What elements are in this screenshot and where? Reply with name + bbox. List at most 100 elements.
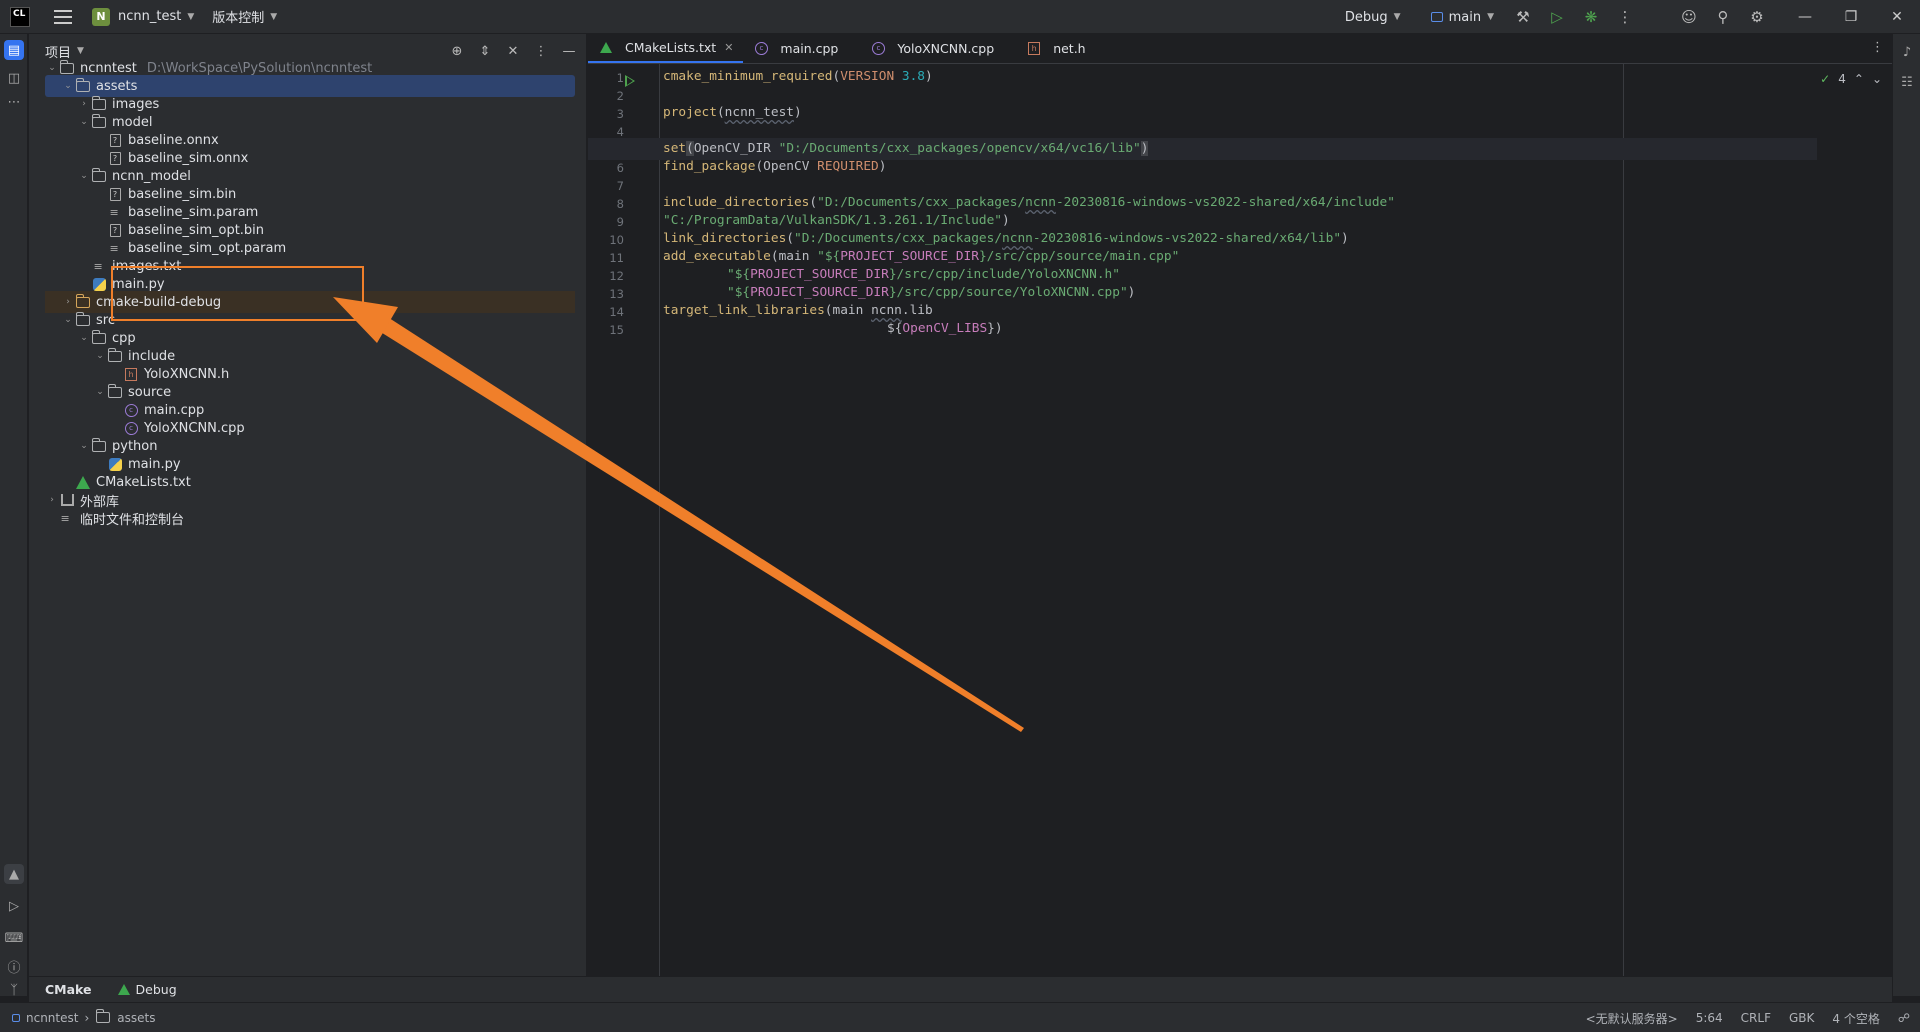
project-panel: 项目 ▼ ⊕ ⇕ ✕ ⋮ — ⌄ ncnntest D:\WorkSpace\P… (29, 34, 587, 976)
search-icon[interactable]: ⚲ (1706, 0, 1740, 34)
tree-item-label: baseline_sim.onnx (128, 150, 249, 166)
code-line-15: ${OpenCV_LIBS}) (887, 321, 1003, 336)
chevron-down-icon[interactable]: ⌄ (61, 315, 75, 325)
code-token: OpenCV (763, 159, 810, 174)
target-icon (1430, 12, 1443, 22)
tree-item-label: baseline_sim.param (128, 204, 259, 220)
line-number: 15 (609, 323, 624, 337)
lock-icon[interactable]: ☍ (1898, 1011, 1910, 1025)
tree-item-label: baseline.onnx (128, 132, 219, 148)
minimize-icon[interactable]: — (1782, 0, 1828, 34)
project-path-hint: D:\WorkSpace\PySolution\ncnntest (146, 60, 373, 76)
tree-item-label: cmake-build-debug (96, 294, 222, 310)
debug-bug-icon[interactable]: ❋ (1574, 0, 1608, 34)
terminal-icon[interactable]: ⌨ (4, 928, 24, 948)
tab-cmakelists[interactable]: CMakeLists.txt ✕ (588, 33, 744, 63)
breadcrumb-root[interactable]: ncnntest (26, 1011, 78, 1025)
restore-icon[interactable]: ❐ (1828, 0, 1874, 34)
chevron-down-icon[interactable]: ⌄ (77, 171, 91, 181)
code-token: main (832, 303, 864, 318)
chevron-down-icon[interactable]: ⌄ (93, 351, 107, 361)
breadcrumb-child[interactable]: assets (117, 1011, 155, 1025)
cmake-tool-icon[interactable]: ▲ (4, 864, 24, 884)
project-selector[interactable]: ncnn_test ▼ (118, 9, 194, 24)
vcs-menu[interactable]: 版本控制 ▼ (212, 7, 277, 26)
chevron-down-icon[interactable]: ▼ (77, 46, 84, 56)
target-selector[interactable]: main ▼ (1430, 10, 1494, 25)
tab-cmake[interactable]: CMake (45, 982, 92, 997)
unknown-file-icon: ? (107, 222, 123, 238)
line-number: 12 (609, 269, 624, 283)
line-number: 8 (616, 197, 624, 211)
code-token: set (663, 141, 687, 156)
tab-net-h[interactable]: h net.h (1016, 33, 1095, 63)
line-number: 7 (616, 179, 624, 193)
tab-label: Debug (135, 982, 177, 997)
code-line-6: find_package(OpenCV REQUIRED) (663, 159, 887, 174)
tree-item-label: YoloXNCNN.h (144, 366, 230, 382)
more-actions-icon[interactable]: ⋮ (1608, 0, 1642, 34)
tree-item-label: YoloXNCNN.cpp (144, 420, 245, 436)
tab-yoloxncnn-cpp[interactable]: c YoloXNCNN.cpp (860, 33, 1004, 63)
tree-item-label: assets (96, 78, 138, 94)
chevron-down-icon: ▼ (187, 11, 195, 22)
code-token: ncnn (1025, 195, 1056, 210)
run-config-selector[interactable]: Debug ▼ (1345, 10, 1401, 25)
chevron-down-icon[interactable]: ⌄ (61, 81, 75, 91)
project-folder-icon[interactable]: ▤ (4, 40, 24, 60)
chevron-down-icon[interactable]: ⌄ (77, 441, 91, 451)
chevron-down-icon[interactable]: ⌄ (77, 333, 91, 343)
tab-debug[interactable]: Debug (117, 982, 177, 997)
code-token: } (987, 321, 995, 336)
editor-area: CMakeLists.txt ✕ c main.cpp c YoloXNCNN.… (588, 34, 1892, 976)
chevron-right-icon[interactable]: › (45, 495, 59, 505)
tree-item-label: src (96, 312, 115, 328)
structure-icon[interactable]: ◫ (4, 68, 24, 88)
notifications-bell-icon[interactable]: ♪ (1897, 42, 1917, 62)
close-tab-icon[interactable]: ✕ (724, 41, 733, 54)
excluded-folder-icon (75, 293, 91, 310)
chevron-down-icon[interactable]: ⌄ (45, 63, 59, 73)
code-editor[interactable]: cmake_minimum_required(VERSION 3.8) proj… (588, 64, 1893, 976)
services-icon[interactable]: ▷ (4, 896, 24, 916)
line-separator[interactable]: CRLF (1741, 1011, 1771, 1025)
chevron-down-icon[interactable]: ⌄ (77, 117, 91, 127)
close-icon[interactable]: ✕ (1874, 0, 1920, 34)
code-token: "${ (817, 249, 841, 264)
code-token: -20230816-windows-vs2022-shared/x64/incl… (1055, 195, 1395, 210)
cmake-file-icon (598, 39, 614, 55)
scratches-icon: ≡ (60, 511, 70, 525)
code-token: PROJECT_SOURCE_DIR (750, 267, 889, 282)
code-token: "D:/Documents/cxx_packages/opencv/x64/vc… (778, 141, 1141, 156)
cpp-file-icon: c (753, 40, 769, 56)
problems-icon[interactable]: ⓘ (4, 956, 24, 976)
main-menu-icon[interactable] (54, 9, 72, 24)
project-badge[interactable]: N (92, 7, 110, 26)
header-file-icon: h (123, 366, 139, 382)
chevron-right-icon[interactable]: › (77, 99, 91, 109)
folder-icon (91, 95, 107, 112)
more-tools-icon[interactable]: ⋯ (4, 92, 24, 112)
module-icon (12, 1013, 20, 1022)
indent-setting[interactable]: 4 个空格 (1832, 1010, 1879, 1027)
chevron-right-icon[interactable]: › (61, 297, 75, 307)
run-gutter-icon[interactable] (625, 75, 635, 87)
chevron-down-icon[interactable]: ⌄ (93, 387, 107, 397)
gear-icon[interactable]: ⚙ (1740, 0, 1774, 34)
tree-item-label: 临时文件和控制台 (80, 512, 185, 528)
language-server-status[interactable]: <无默认服务器> (1586, 1010, 1678, 1027)
build-hammer-icon[interactable]: ⚒ (1506, 0, 1540, 34)
more-tabs-icon[interactable]: ⋮ (1871, 40, 1884, 55)
code-token: add_executable (663, 249, 771, 264)
run-icon[interactable]: ▷ (1540, 0, 1574, 34)
tree-item-label: include (128, 348, 176, 364)
tab-main-cpp[interactable]: c main.cpp (743, 33, 848, 63)
code-token: OpenCV_DIR (693, 141, 771, 156)
line-number: 3 (616, 107, 624, 121)
account-icon[interactable]: ☺ (1672, 0, 1706, 34)
database-icon[interactable]: ☷ (1897, 72, 1917, 92)
tree-item-scratches[interactable]: ≡ 临时文件和控制台 (45, 507, 575, 529)
file-encoding[interactable]: GBK (1789, 1011, 1814, 1025)
caret-position[interactable]: 5:64 (1696, 1011, 1723, 1025)
git-icon[interactable]: ᛉ (4, 980, 24, 1000)
